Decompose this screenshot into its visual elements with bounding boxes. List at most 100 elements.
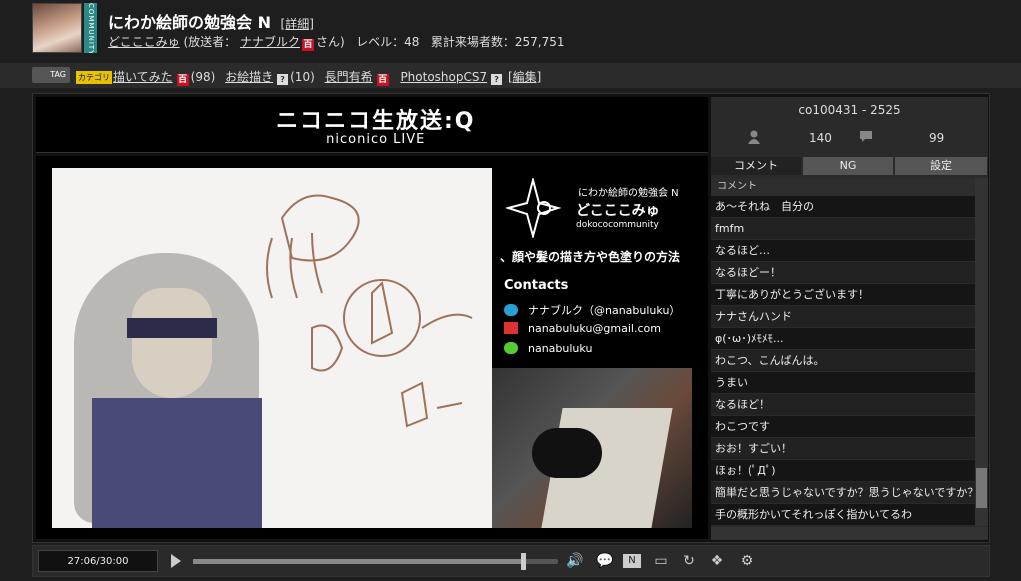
page-title: にわか絵師の勉強会 N [詳細] [108, 9, 314, 33]
community-thumbnail[interactable] [32, 3, 82, 53]
broadcaster-suffix: さん) [316, 35, 345, 49]
video-screen[interactable]: にわか絵師の勉強会 N どこここみゅ dokococommunity 、顔や髪の… [36, 156, 708, 539]
tag-list: カテゴリ 描いてみた百 (98) お絵描き? (10) 長門有希百 Photoshop… [76, 68, 543, 86]
community-owner-link[interactable]: どこここみゅ [108, 35, 180, 49]
seek-progress [193, 559, 523, 564]
hyaku-badge-icon[interactable]: 百 [176, 74, 189, 86]
volume-icon[interactable]: 🔊 [565, 552, 585, 570]
mail-icon [504, 322, 518, 334]
tag-icon: TAG [32, 67, 70, 83]
comment-row[interactable]: わこつ、こんばんは。 [711, 350, 975, 372]
reload-icon[interactable]: ↻ [679, 552, 699, 570]
comment-count-icon [860, 131, 872, 142]
broadcaster-prefix: (放送者： [183, 35, 237, 49]
twitter-icon [504, 304, 518, 316]
stream-info-overlay: にわか絵師の勉強会 N どこここみゅ dokococommunity 、顔や髪の… [492, 168, 692, 368]
seek-bar[interactable] [193, 553, 558, 570]
comment-count: 99 [929, 131, 945, 145]
character-face [132, 288, 212, 398]
comment-row[interactable]: わこつです [711, 416, 975, 438]
comment-list[interactable]: コメント あ～それね 自分の fmfm なるほど… なるほどー！ 丁寧にありがと… [711, 178, 975, 526]
tag-link[interactable]: お絵描き [225, 70, 273, 84]
broadcast-title: にわか絵師の勉強会 N [108, 13, 271, 32]
comment-row[interactable]: ほぉ！(ﾟДﾟ) [711, 460, 975, 482]
chat-app-icon [504, 342, 518, 354]
comment-row[interactable]: なるほど！ [711, 394, 975, 416]
tag-link[interactable]: 描いてみた [113, 70, 173, 84]
play-icon[interactable] [171, 554, 181, 568]
tab-comments[interactable]: コメント [711, 157, 802, 175]
chat-app-id: nanabuluku [528, 342, 593, 355]
logo-sub-text: niconico LIVE [326, 132, 426, 147]
overlay-topic: 、顔や髪の描き方や色塗りの方法 [500, 250, 681, 264]
question-badge-icon[interactable]: ? [277, 74, 289, 85]
hyaku-badge-icon: 百 [302, 39, 314, 51]
side-tabs: コメント NG 設定 [711, 157, 988, 175]
comment-row[interactable]: 手の概形かいてそれっぽく指かいてるわ [711, 504, 975, 526]
tag-count: (98) [190, 70, 216, 84]
character-kimono [92, 398, 262, 528]
live-id: co100431 - 2525 [798, 103, 901, 117]
comment-horizontal-scrollbar[interactable] [711, 527, 988, 540]
comment-icon[interactable]: 💬 [595, 552, 615, 570]
webcam-feed [492, 368, 692, 528]
comment-row[interactable]: なるほど… [711, 240, 975, 262]
tab-ng[interactable]: NG [803, 157, 894, 175]
comment-column-header[interactable]: コメント [711, 178, 975, 196]
screen-icon[interactable]: ▭ [651, 552, 671, 570]
hand-sketch [266, 194, 473, 428]
community-logo-icon [506, 178, 561, 238]
tag-bar: TAG カテゴリ 描いてみた百 (98) お絵描き? (10) 長門有希百 Photo… [0, 63, 1021, 88]
character-blindfold [127, 318, 217, 338]
details-link[interactable]: [詳細] [281, 17, 314, 31]
comment-row[interactable]: 簡単だと思うじゃないですか？思うじゃないですか？ [711, 482, 975, 504]
total-visitors: 累計来場者数：257,751 [430, 35, 565, 49]
contact-line: nanabuluku [504, 342, 592, 355]
tab-settings[interactable]: 設定 [895, 157, 988, 175]
comment-row[interactable]: fmfm [711, 218, 975, 240]
community-level: レベル：48 [356, 35, 420, 49]
logo-main-text: ニコニコ生放送:Q [276, 109, 476, 134]
webcam-arm [532, 428, 602, 478]
contacts-title: Contacts [504, 278, 569, 293]
player-controls: 27:06/30:00 🔊 💬 N ▭ ↻ ❖ ⚙ [32, 545, 990, 577]
contact-email: nanabuluku@gmail.com [504, 322, 661, 335]
logo-bar: ニコニコ生放送:Q niconico LIVE [36, 97, 708, 153]
comment-vertical-scrollbar[interactable] [975, 178, 988, 526]
tag-link[interactable]: 長門有希 [325, 70, 373, 84]
player-area: ニコニコ生放送:Q niconico LIVE にわか絵師の勉強会 N どこここ… [32, 93, 990, 543]
hyaku-badge-icon[interactable]: 百 [376, 74, 389, 86]
seek-handle[interactable] [520, 553, 526, 570]
tag-count: (10) [290, 70, 315, 84]
viewer-count: 140 [809, 131, 832, 145]
comment-row[interactable]: うまい [711, 372, 975, 394]
app-icon[interactable]: ❖ [707, 552, 727, 570]
broadcast-info: どこここみゅ (放送者： ナナブルク百さん) レベル：48 累計来場者数：257… [108, 33, 565, 51]
email-address: nanabuluku@gmail.com [528, 322, 661, 335]
header: COMMUNITY にわか絵師の勉強会 N [詳細] どこここみゅ (放送者： … [0, 0, 1021, 60]
viewer-icon [748, 130, 760, 144]
edit-tags-link[interactable]: [編集] [508, 70, 541, 84]
broadcaster-link[interactable]: ナナブルク [240, 35, 300, 49]
comment-row[interactable]: 丁寧にありがとうございます！ [711, 284, 975, 306]
time-display: 27:06/30:00 [38, 550, 158, 572]
overlay-community-title: にわか絵師の勉強会 N [578, 188, 679, 199]
community-label: COMMUNITY [84, 3, 97, 53]
comment-row[interactable]: あ～それね 自分の [711, 196, 975, 218]
comment-row[interactable]: なるほどー！ [711, 262, 975, 284]
niconico-live-logo: ニコニコ生放送:Q niconico LIVE [276, 103, 476, 147]
comment-row[interactable]: おお！すごい！ [711, 438, 975, 460]
scrollbar-thumb[interactable] [976, 468, 987, 508]
category-badge: カテゴリ [76, 71, 112, 84]
side-panel: co100431 - 2525 140 99 コメント NG 設定 コメント あ… [711, 97, 988, 540]
question-badge-icon[interactable]: ? [491, 74, 503, 85]
tag-link[interactable]: PhotoshopCS7 [400, 70, 487, 84]
nicoscript-icon[interactable]: N [623, 554, 641, 568]
contact-twitter: ナナブルク（@nanabuluku） [504, 302, 680, 318]
comment-row[interactable]: φ(･ω･)ﾒﾓﾒﾓ... [711, 328, 975, 350]
overlay-owner-id: dokococommunity [576, 220, 659, 230]
comment-row[interactable]: ナナさんハンド [711, 306, 975, 328]
settings-icon[interactable]: ⚙ [737, 552, 757, 570]
twitter-handle: ナナブルク（@nanabuluku） [528, 304, 681, 317]
drawing-canvas [52, 168, 492, 528]
